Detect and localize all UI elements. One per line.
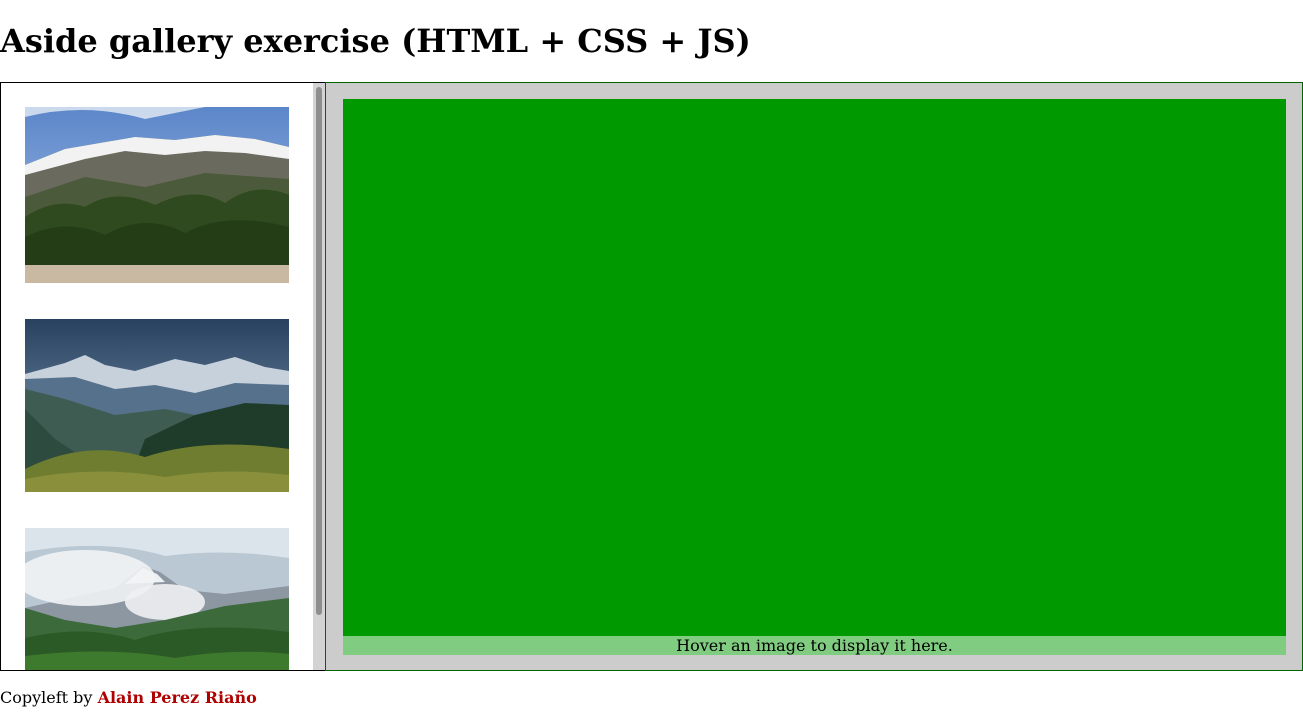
viewer-panel: Hover an image to display it here. — [325, 82, 1303, 671]
footer: Copyleft by Alain Perez Riaño — [0, 688, 257, 708]
gallery-thumbnail[interactable] — [25, 319, 289, 492]
alpine-valley-image — [25, 319, 289, 492]
viewer-caption: Hover an image to display it here. — [343, 636, 1286, 655]
author-link[interactable]: Alain Perez Riaño — [98, 688, 257, 707]
mountain-forest-image — [25, 107, 289, 283]
image-display — [343, 99, 1286, 636]
aside-scrollbar[interactable] — [313, 83, 325, 670]
scrollbar-thumb[interactable] — [316, 87, 322, 615]
misty-mountain-image — [25, 528, 289, 670]
gallery-aside[interactable] — [0, 82, 325, 671]
gallery-thumbnail[interactable] — [25, 528, 289, 670]
footer-prefix: Copyleft by — [0, 688, 93, 707]
page-title: Aside gallery exercise (HTML + CSS + JS) — [0, 22, 751, 60]
gallery-thumbnail[interactable] — [25, 107, 289, 283]
